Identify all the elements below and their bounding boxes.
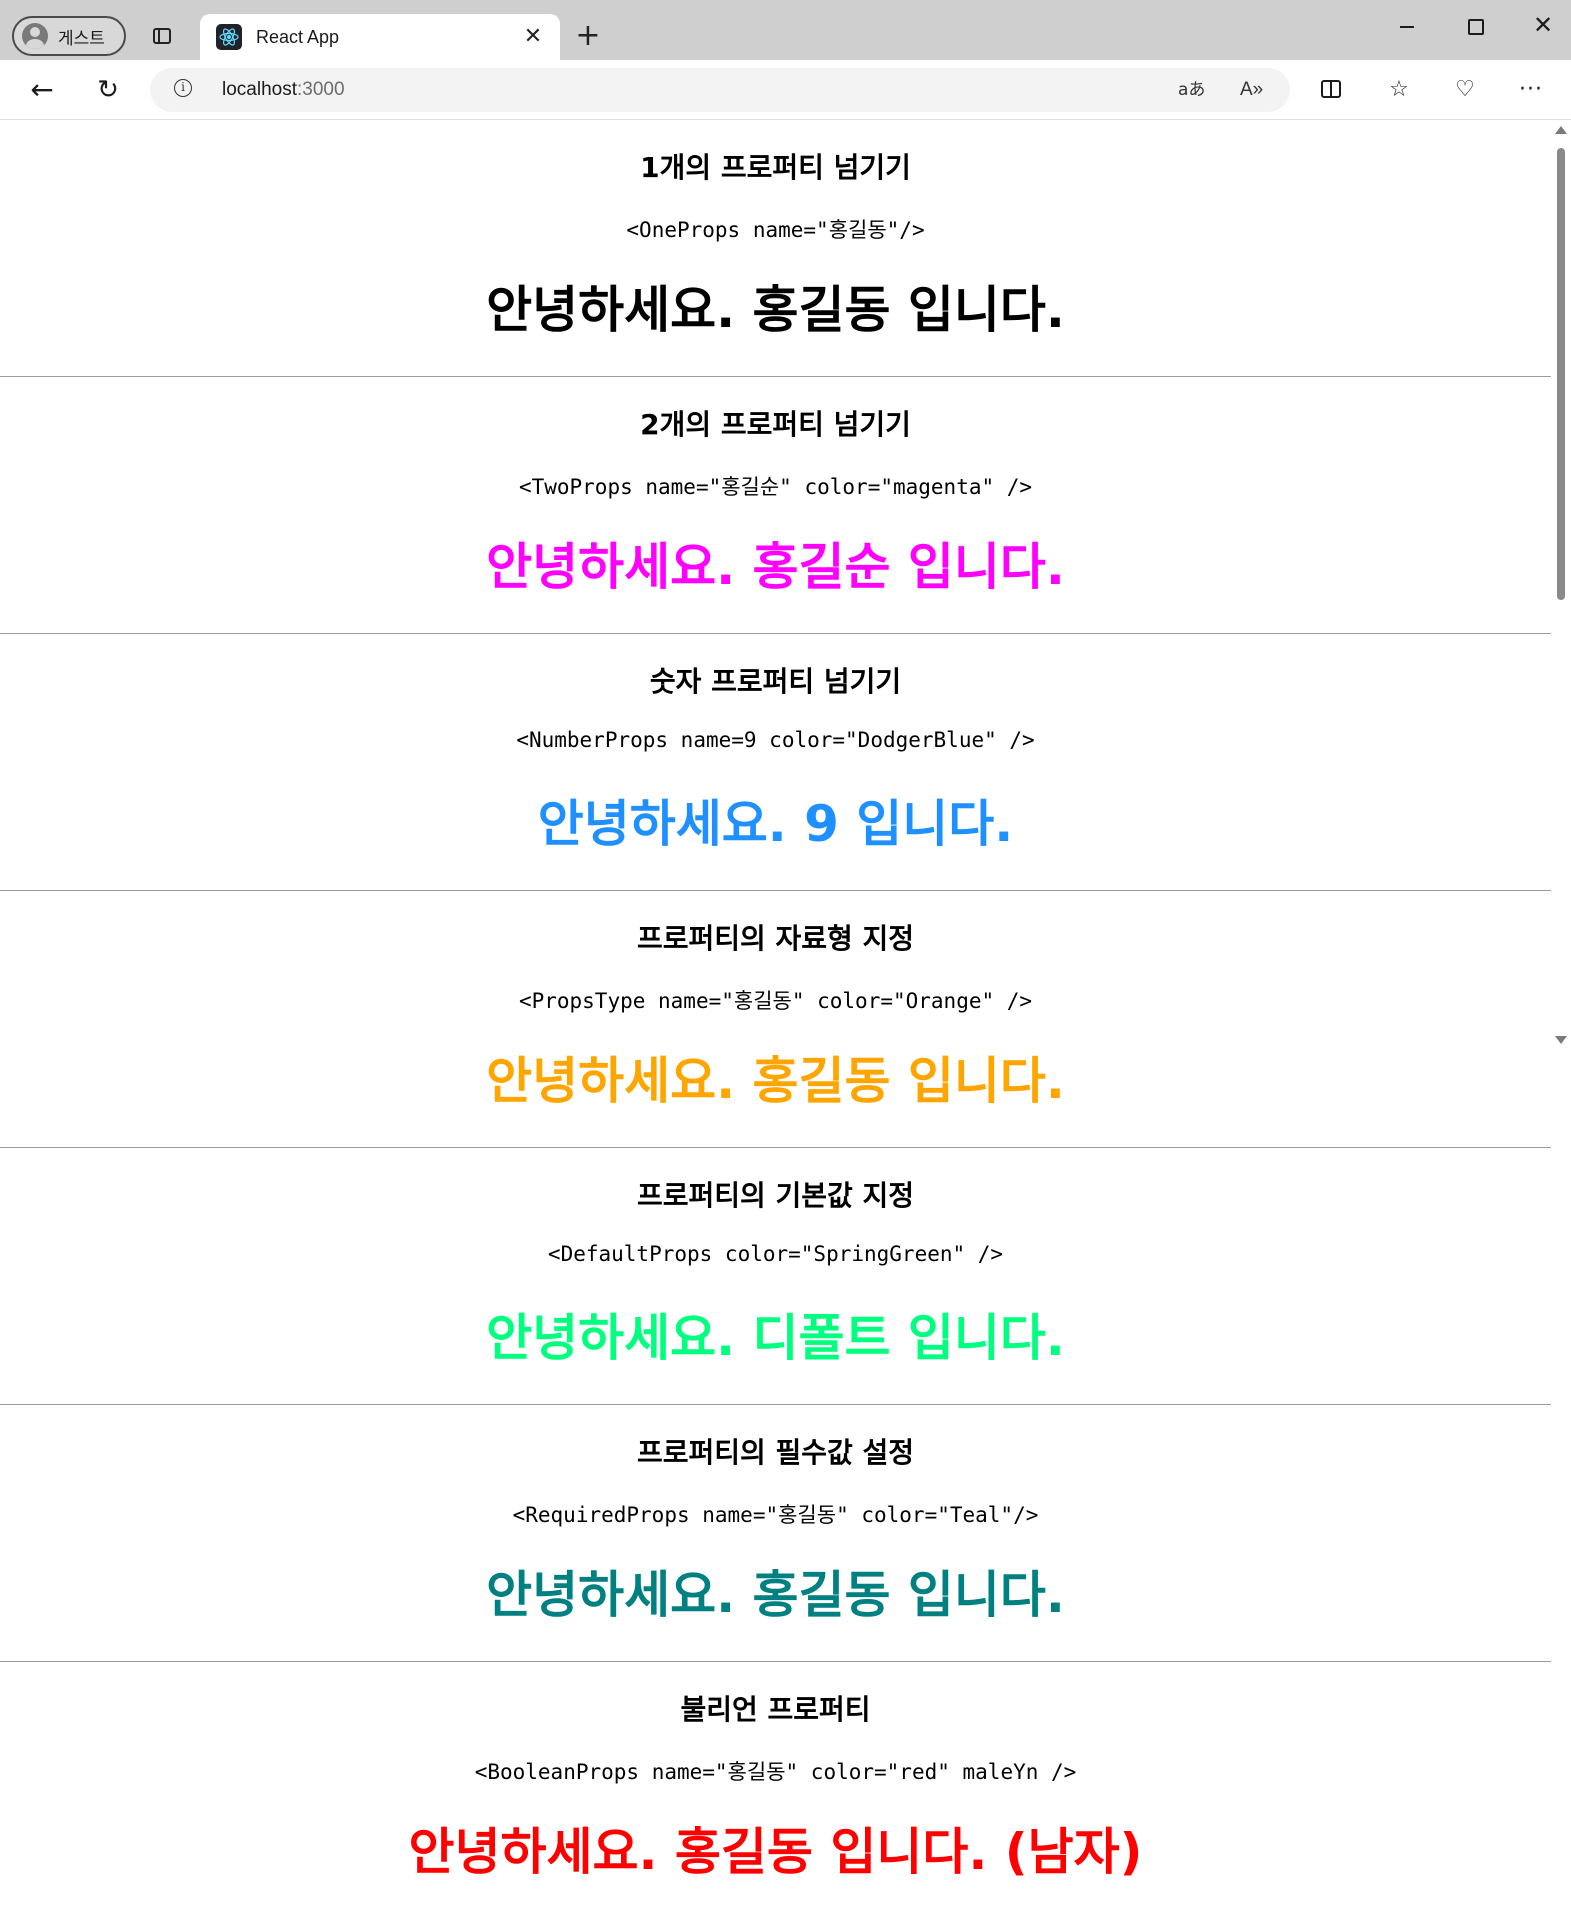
greeting-text: 안녕하세요. 디폴트 입니다.	[486, 1309, 1065, 1367]
component-code-sample: <RequiredProps name="홍길동" color="Teal"/>	[512, 1503, 1039, 1527]
translate-icon[interactable]: aあ	[1178, 78, 1205, 102]
window-close-icon[interactable]: ✕	[1520, 10, 1566, 42]
reload-icon[interactable]: ↻	[88, 70, 128, 110]
browser-essentials-icon[interactable]: ♡	[1450, 76, 1480, 104]
url-text[interactable]: localhost:3000	[222, 79, 345, 101]
section-title: 프로퍼티의 필수값 설정	[636, 1436, 915, 1469]
greeting-text: 안녕하세요. 홍길동 입니다.	[486, 1566, 1065, 1624]
guest-avatar-icon	[22, 23, 48, 49]
favorites-icon[interactable]: ☆	[1384, 76, 1414, 104]
scroll-thumb[interactable]	[1557, 148, 1565, 600]
props-demo-section: 프로퍼티의 기본값 지정 <DefaultProps color="SpringG…	[0, 1148, 1551, 1405]
maximize-icon[interactable]	[1452, 10, 1498, 42]
props-demo-section: 불리언 프로퍼티 <BooleanProps name="홍길동" color="…	[0, 1662, 1551, 1912]
greeting-text: 안녕하세요. 홍길동 입니다. (남자)	[408, 1823, 1143, 1881]
section-title: 프로퍼티의 자료형 지정	[636, 922, 915, 955]
react-logo-icon	[216, 24, 242, 50]
component-code-sample: <PropsType name="홍길동" color="Orange" />	[518, 989, 1033, 1013]
more-menu-icon[interactable]: ···	[1516, 76, 1546, 104]
tab-title: React App	[256, 27, 340, 47]
greeting-text: 안녕하세요. 9 입니다.	[537, 795, 1014, 853]
section-title: 불리언 프로퍼티	[680, 1693, 871, 1726]
section-title: 숫자 프로퍼티 넘기기	[649, 665, 902, 698]
back-arrow-icon[interactable]: ←	[22, 70, 62, 110]
read-aloud-icon[interactable]: A»	[1240, 78, 1263, 102]
component-code-sample: <BooleanProps name="홍길동" color="red" mal…	[474, 1760, 1077, 1784]
section-title: 1개의 프로퍼티 넘기기	[640, 151, 911, 184]
component-code-sample: <TwoProps name="홍길순" color="magenta" />	[518, 475, 1033, 499]
close-tab-icon[interactable]: ✕	[520, 24, 546, 50]
scroll-up-arrow-icon[interactable]	[1555, 126, 1567, 134]
tab-react-app[interactable]: React App ✕	[200, 14, 560, 60]
new-tab-icon[interactable]: +	[572, 20, 604, 52]
profile-button[interactable]: 게스트	[12, 16, 126, 56]
props-demo-section: 프로퍼티의 필수값 설정 <RequiredProps name="홍길동" co…	[0, 1405, 1551, 1662]
split-screen-icon[interactable]	[1316, 76, 1346, 104]
scroll-down-arrow-icon[interactable]	[1555, 1036, 1567, 1044]
props-demo-section: 프로퍼티의 자료형 지정 <PropsType name="홍길동" color=…	[0, 891, 1551, 1148]
browser-window: 게스트 React App ✕ + ✕ ← ↻ i localhost:3000…	[0, 0, 1571, 1912]
props-demo-section: 1개의 프로퍼티 넘기기 <OneProps name="홍길동"/> 안녕하세요.…	[0, 120, 1551, 377]
section-title: 2개의 프로퍼티 넘기기	[640, 408, 911, 441]
url-host: localhost	[222, 79, 297, 100]
tab-actions-box	[153, 28, 171, 44]
minimize-icon[interactable]	[1384, 10, 1430, 42]
component-code-sample: <NumberProps name=9 color="DodgerBlue" /…	[516, 728, 1035, 752]
props-demo-section: 숫자 프로퍼티 넘기기 <NumberProps name=9 color="Do…	[0, 634, 1551, 891]
tab-actions-icon[interactable]	[150, 24, 176, 50]
greeting-text: 안녕하세요. 홍길동 입니다.	[486, 1052, 1065, 1110]
section-title: 프로퍼티의 기본값 지정	[636, 1179, 915, 1212]
page-viewport: 1개의 프로퍼티 넘기기 <OneProps name="홍길동"/> 안녕하세요.…	[0, 120, 1551, 1912]
component-code-sample: <OneProps name="홍길동"/>	[626, 218, 925, 242]
component-code-sample: <DefaultProps color="SpringGreen" />	[547, 1242, 1004, 1266]
props-demo-section: 2개의 프로퍼티 넘기기 <TwoProps name="홍길순" color="…	[0, 377, 1551, 634]
profile-label: 게스트	[58, 28, 105, 49]
toolbar: ← ↻ i localhost:3000 aあ A» ☆ ♡ ···	[0, 60, 1571, 120]
vertical-scrollbar[interactable]	[1551, 120, 1571, 1050]
url-port: :3000	[297, 79, 345, 100]
greeting-text: 안녕하세요. 홍길순 입니다.	[486, 538, 1065, 596]
info-icon[interactable]: i	[174, 79, 192, 97]
tab-strip: 게스트 React App ✕ + ✕	[0, 0, 1571, 60]
greeting-text: 안녕하세요. 홍길동 입니다.	[486, 281, 1065, 339]
address-bar[interactable]: i localhost:3000 aあ A»	[150, 68, 1290, 112]
